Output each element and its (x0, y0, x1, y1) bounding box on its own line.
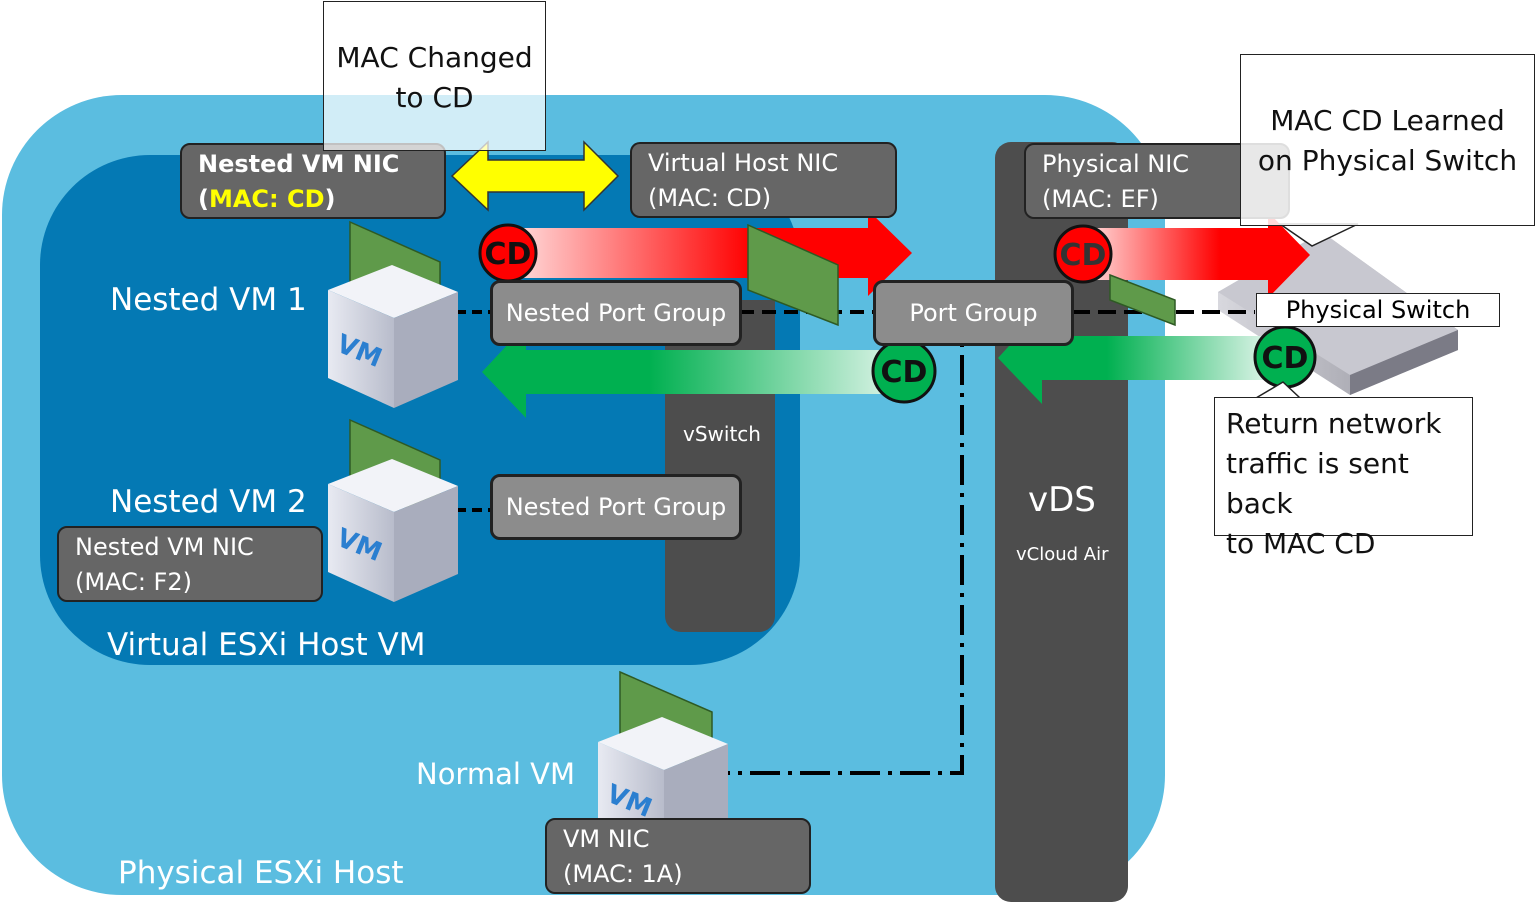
svg-text:CD: CD (1262, 341, 1309, 376)
nic-mac: (MAC: 1A) (563, 860, 683, 888)
port-group: Port Group (873, 280, 1074, 346)
nic-name: Virtual Host NIC (648, 149, 839, 177)
callout-line: to MAC CD (1226, 527, 1376, 560)
callout-line: on Physical Switch (1257, 144, 1518, 177)
virtual-host-nic-box: Virtual Host NIC (MAC: CD) (630, 142, 897, 218)
nested-vm2-nic-box: Nested VM NIC (MAC: F2) (57, 526, 323, 602)
nic-name: Physical NIC (1042, 150, 1190, 178)
nic-mac: (MAC: F2) (75, 568, 192, 596)
nic-name: VM NIC (563, 825, 650, 853)
physical-switch-label: Physical Switch (1256, 293, 1500, 327)
callout-return-traffic: Return network traffic is sent back to M… (1214, 397, 1473, 560)
svg-text:CD: CD (881, 355, 928, 390)
cd-badge-outbound-2: CD (1053, 224, 1113, 284)
callout-line: traffic is sent back (1226, 447, 1409, 520)
callout-line: Return network (1226, 407, 1442, 440)
callout-line: MAC Changed (336, 41, 533, 74)
callout-line: to CD (395, 81, 474, 114)
nested-vm1-icon: VM (328, 265, 458, 408)
cd-badge-return-2: CD (1253, 325, 1317, 389)
nic-name: Nested VM NIC (75, 533, 254, 561)
mac-highlight: MAC: CD (208, 185, 325, 213)
nic-name: Nested VM NIC (198, 150, 400, 178)
callout-line: MAC CD Learned (1270, 104, 1505, 137)
callout-mac-learned: MAC CD Learned on Physical Switch (1240, 54, 1535, 226)
cd-badge-return-1: CD (871, 338, 937, 404)
nic-mac: (MAC: CD) (198, 185, 336, 213)
nested-vm2-icon: VM (328, 459, 458, 602)
nested-port-group-1: Nested Port Group (490, 280, 742, 346)
svg-text:CD: CD (1060, 238, 1107, 273)
svg-text:CD: CD (485, 237, 532, 272)
nested-vm1-nic-box: Nested VM NIC (MAC: CD) (180, 143, 446, 219)
normal-vm-nic-box: VM NIC (MAC: 1A) (545, 818, 811, 894)
nested-port-group-2: Nested Port Group (490, 474, 742, 540)
mac-change-double-arrow (450, 140, 620, 212)
cd-badge-outbound-1: CD (478, 223, 538, 283)
nic-mac: (MAC: EF) (1042, 185, 1159, 213)
callout-mac-changed: MAC Changed to CD (323, 1, 546, 151)
nic-mac: (MAC: CD) (648, 184, 772, 212)
